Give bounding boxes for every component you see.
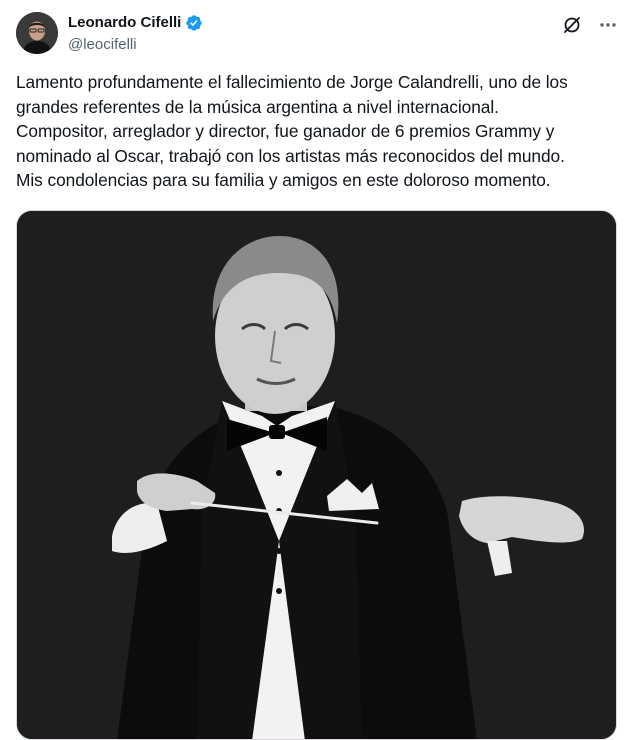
more-dots-icon[interactable] bbox=[597, 14, 619, 36]
grok-icon[interactable] bbox=[561, 14, 583, 36]
user-avatar-icon bbox=[16, 12, 58, 54]
verified-badge-icon[interactable] bbox=[185, 14, 203, 32]
avatar[interactable] bbox=[16, 12, 58, 54]
author-handle[interactable]: @leocifelli bbox=[68, 35, 203, 55]
tweet-media-photo[interactable] bbox=[16, 210, 617, 740]
author-name[interactable]: Leonardo Cifelli bbox=[68, 12, 181, 34]
top-actions bbox=[561, 14, 619, 36]
author-block: Leonardo Cifelli @leocifelli bbox=[68, 12, 203, 55]
author-name-row: Leonardo Cifelli bbox=[68, 12, 203, 34]
tweet-text: Lamento profundamente el fallecimiento d… bbox=[16, 72, 568, 190]
conductor-photo bbox=[17, 211, 616, 739]
tweet-card: Leonardo Cifelli @leocifelli Lamento pro… bbox=[0, 0, 635, 740]
